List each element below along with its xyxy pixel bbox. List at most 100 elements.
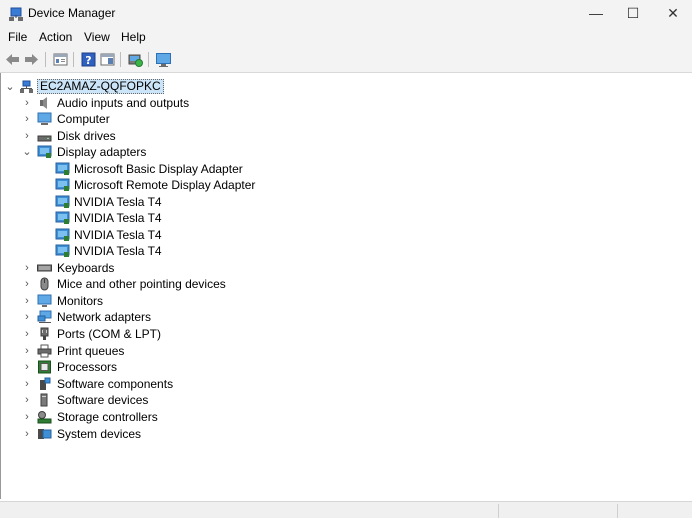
category-label: Audio inputs and outputs [57,96,190,110]
network-icon [37,310,52,324]
device-row[interactable]: NVIDIA Tesla T4 [1,194,321,210]
chevron-right-icon[interactable]: › [22,276,32,292]
svg-text:?: ? [85,54,91,67]
display-adapter-icon [55,244,70,258]
keyboard-icon [37,261,52,275]
category-row[interactable]: › Audio inputs and outputs [1,95,301,111]
display-adapter-icon [55,178,70,192]
display-adapter-icon [55,162,70,176]
category-label: Mice and other pointing devices [57,277,226,291]
root-computer-name[interactable]: EC2AMAZ-QQFOPKC [37,79,164,94]
chevron-right-icon[interactable]: › [22,128,32,144]
chevron-right-icon[interactable]: › [22,293,32,309]
category-row[interactable]: › Storage controllers [1,409,301,425]
device-row[interactable]: Microsoft Basic Display Adapter [1,161,321,177]
chevron-right-icon[interactable]: › [22,326,32,342]
chevron-right-icon[interactable]: › [22,392,32,408]
menu-bar: File Action View Help [0,27,692,47]
category-row[interactable]: › Keyboards [1,260,301,276]
category-row-expanded[interactable]: ⌄ Display adapters [1,144,301,160]
chevron-down-icon[interactable]: ⌄ [22,144,32,160]
window-title: Device Manager [28,6,116,20]
chevron-right-icon[interactable]: › [22,409,32,425]
category-label: Keyboards [57,261,115,275]
chevron-right-icon[interactable]: › [22,376,32,392]
display-adapter-icon [37,145,52,159]
scan-hardware-icon[interactable] [127,51,144,68]
category-label: Display adapters [57,145,147,159]
toolbar-separator [148,52,149,67]
device-tree[interactable]: ⌄ EC2AMAZ-QQFOPKC › Audio inputs and out… [0,73,691,499]
category-row[interactable]: › System devices [1,426,301,442]
device-label: Microsoft Basic Display Adapter [74,162,243,176]
software-device-icon [37,393,52,407]
title-bar: Device Manager — ☐ ✕ [0,0,692,27]
category-row[interactable]: › Software devices [1,392,301,408]
chevron-right-icon[interactable]: › [22,343,32,359]
monitor-icon [37,294,52,308]
chevron-right-icon[interactable]: › [22,426,32,442]
monitor-icon[interactable] [155,51,172,68]
category-row[interactable]: › Disk drives [1,128,301,144]
category-label: Computer [57,112,110,126]
category-label: Software devices [57,393,149,407]
maximize-button[interactable]: ☐ [612,0,654,27]
category-row[interactable]: › Computer [1,111,301,127]
display-adapter-icon [55,195,70,209]
category-label: Print queues [57,344,125,358]
computer-network-icon [19,80,34,94]
device-manager-icon [8,6,24,22]
device-label: Microsoft Remote Display Adapter [74,178,256,192]
storage-controller-icon [37,410,52,424]
device-row[interactable]: NVIDIA Tesla T4 [1,243,321,259]
device-row[interactable]: NVIDIA Tesla T4 [1,227,321,243]
computer-icon [37,112,52,126]
chevron-down-icon[interactable]: ⌄ [5,79,15,95]
category-label: System devices [57,427,142,441]
close-button[interactable]: ✕ [652,0,692,27]
category-label: Network adapters [57,310,152,324]
chevron-right-icon[interactable]: › [22,309,32,325]
status-divider [498,504,499,518]
system-devices-icon [37,427,52,441]
menu-file[interactable]: File [8,30,27,44]
menu-view[interactable]: View [84,30,110,44]
chevron-right-icon[interactable]: › [22,111,32,127]
category-label: Ports (COM & LPT) [57,327,162,341]
back-arrow-icon[interactable] [4,51,21,68]
device-row[interactable]: Microsoft Remote Display Adapter [1,177,321,193]
minimize-button[interactable]: — [575,0,617,27]
forward-arrow-icon[interactable] [23,51,40,68]
chevron-right-icon[interactable]: › [22,260,32,276]
toolbar-separator [120,52,121,67]
help-icon[interactable]: ? [80,51,97,68]
device-label: NVIDIA Tesla T4 [74,244,162,258]
menu-help[interactable]: Help [121,30,146,44]
category-row[interactable]: › Monitors [1,293,301,309]
status-divider [617,504,618,518]
category-row[interactable]: › Mice and other pointing devices [1,276,301,292]
properties-icon[interactable] [52,51,69,68]
category-row[interactable]: › Network adapters [1,309,301,325]
device-label: NVIDIA Tesla T4 [74,228,162,242]
category-row[interactable]: › Ports (COM & LPT) [1,326,301,342]
category-row[interactable]: › Processors [1,359,301,375]
view-icon[interactable] [99,51,116,68]
printer-icon [37,344,52,358]
category-label: Software components [57,377,174,391]
status-bar [0,501,692,518]
category-label: Processors [57,360,118,374]
software-component-icon [37,377,52,391]
category-row[interactable]: › Print queues [1,343,301,359]
chevron-right-icon[interactable]: › [22,359,32,375]
menu-action[interactable]: Action [39,30,72,44]
speaker-icon [37,96,52,110]
toolbar-separator [45,52,46,67]
device-row[interactable]: NVIDIA Tesla T4 [1,210,321,226]
chevron-right-icon[interactable]: › [22,95,32,111]
toolbar-separator [73,52,74,67]
category-label: Disk drives [57,129,116,143]
category-label: Monitors [57,294,104,308]
category-row[interactable]: › Software components [1,376,301,392]
tree-root[interactable]: ⌄ EC2AMAZ-QQFOPKC [1,79,301,95]
